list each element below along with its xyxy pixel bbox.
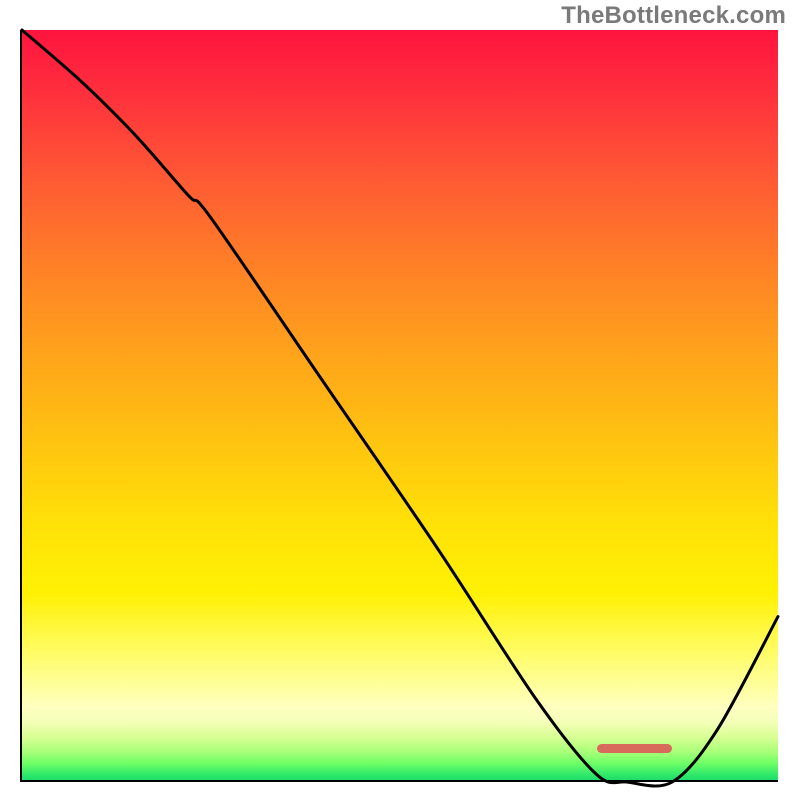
bottleneck-chart: TheBottleneck.com	[0, 0, 800, 800]
optimal-range-marker	[597, 744, 673, 753]
watermark-text: TheBottleneck.com	[561, 2, 786, 30]
bottleneck-curve	[22, 30, 778, 782]
curve-path	[22, 30, 778, 786]
